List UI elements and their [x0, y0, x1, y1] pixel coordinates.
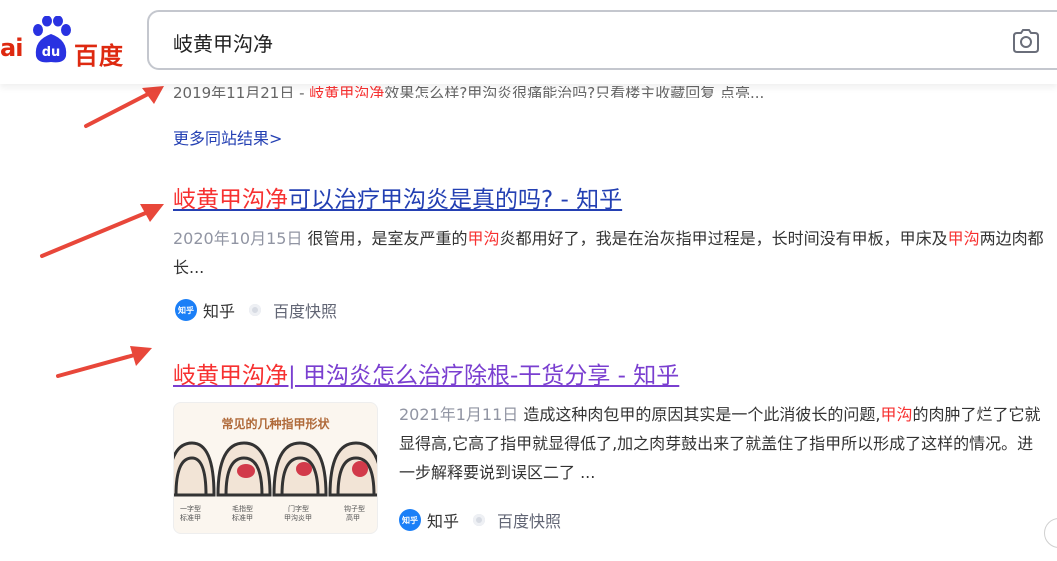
title-rest: 可以治疗甲沟炎是真的吗? - 知乎	[288, 187, 623, 213]
nail-shapes-illustration: 一字型标准甲 毛指型标准甲 门字型甲沟炎甲 钩子型高甲	[174, 441, 377, 522]
svg-text:钩子型: 钩子型	[344, 504, 365, 513]
partial-highlight: 岐黄甲沟净	[309, 86, 385, 98]
snippet-highlight: 甲沟	[947, 229, 980, 248]
snapshot-link[interactable]: 百度快照	[497, 508, 561, 532]
safety-dot-icon	[249, 304, 262, 316]
result-source-row-2: 知乎 知乎 百度快照	[399, 508, 561, 532]
svg-text:标准甲: 标准甲	[232, 513, 253, 522]
snippet-highlight: 甲沟	[880, 405, 913, 424]
snapshot-link[interactable]: 百度快照	[273, 298, 337, 322]
svg-text:高甲: 高甲	[346, 513, 360, 522]
svg-text:标准甲: 标准甲	[180, 513, 201, 522]
partial-result-line: 2019年11月21日 - 岐黄甲沟净效果怎么样?甲沟炎很痛能治吗?只看楼主收藏…	[173, 86, 764, 98]
result-source-row-1: 知乎 知乎 百度快照	[175, 298, 337, 322]
logo-text-cn: 百度	[74, 42, 124, 70]
svg-text:一字型: 一字型	[180, 504, 201, 513]
title-highlight: 岐黄甲沟净	[173, 363, 288, 389]
title-rest: | 甲沟炎怎么治疗除根-干货分享 - 知乎	[288, 363, 680, 389]
source-name[interactable]: 知乎	[427, 508, 459, 532]
svg-text:甲沟炎甲: 甲沟炎甲	[284, 513, 312, 522]
baidu-logo[interactable]: ai du 百度	[0, 14, 135, 70]
results-area: 2019年11月21日 - 岐黄甲沟净效果怎么样?甲沟炎很痛能治吗?只看楼主收藏…	[0, 0, 1057, 561]
safety-dot-icon	[473, 514, 486, 526]
baidu-paw-icon: du	[33, 16, 71, 63]
result-snippet-1: 2020年10月15日 很管用，是室友严重的甲沟炎都用好了，我是在治灰指甲过程是…	[173, 224, 1053, 282]
annotation-arrow-icon	[56, 346, 152, 378]
result-date: 2021年1月11日	[399, 405, 519, 424]
logo-text-left: ai	[0, 34, 23, 62]
snippet-highlight: 甲沟	[467, 229, 500, 248]
source-name[interactable]: 知乎	[203, 298, 235, 322]
zhihu-icon: 知乎	[175, 299, 197, 321]
svg-text:门字型: 门字型	[288, 504, 309, 513]
partial-date: 2019年11月21日 -	[173, 86, 310, 98]
result-title-1[interactable]: 岐黄甲沟净可以治疗甲沟炎是真的吗? - 知乎	[173, 180, 622, 214]
search-header: ai du 百度	[0, 0, 1057, 84]
annotation-arrow-icon	[84, 86, 164, 128]
search-box	[147, 10, 1057, 70]
result-thumbnail[interactable]: 常见的几种指甲形状 一字型 标准甲 毛指型 标准甲 门字型 甲沟炎甲 钩子型 高甲	[173, 402, 378, 534]
result-title-2[interactable]: 岐黄甲沟净| 甲沟炎怎么治疗除根-干货分享 - 知乎	[173, 356, 679, 390]
zhihu-icon: 知乎	[399, 509, 421, 531]
scroll-to-top-button[interactable]	[1044, 518, 1057, 548]
result-date: 2020年10月15日	[173, 229, 303, 248]
snippet-text: 很管用，是室友严重的	[302, 229, 468, 248]
camera-icon[interactable]	[1011, 28, 1041, 54]
snippet-text: 造成这种肉包甲的原因其实是一个此消彼长的问题,	[518, 405, 881, 424]
annotation-arrow-icon	[40, 204, 164, 258]
snippet-text: 炎都用好了，我是在治灰指甲过程是，长时间没有甲板，甲床及	[499, 229, 948, 248]
search-input[interactable]	[171, 26, 975, 58]
partial-rest: 效果怎么样?甲沟炎很痛能治吗?只看楼主收藏回复 点亮...	[384, 86, 765, 98]
more-site-results-link[interactable]: 更多同站结果>	[173, 125, 282, 149]
paw-text: du	[42, 45, 61, 60]
title-highlight: 岐黄甲沟净	[173, 187, 288, 213]
result-snippet-2: 2021年1月11日 造成这种肉包甲的原因其实是一个此消彼长的问题,甲沟的肉肿了…	[399, 400, 1049, 487]
svg-text:毛指型: 毛指型	[232, 504, 253, 513]
